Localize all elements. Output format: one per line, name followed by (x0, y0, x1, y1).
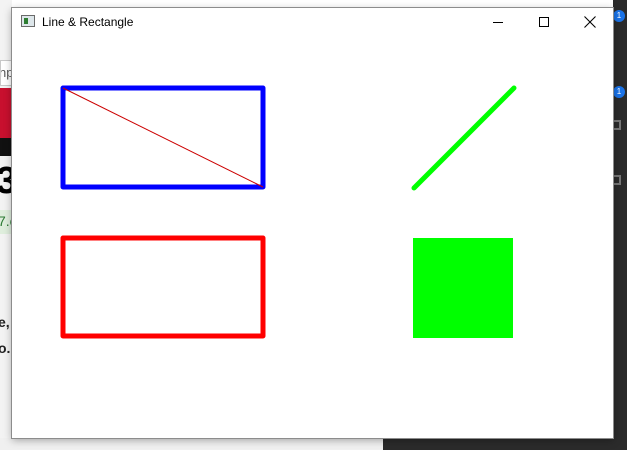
background-red-banner (0, 88, 12, 138)
background-black-bar (0, 138, 12, 156)
background-right-sidebar (613, 0, 627, 450)
sidebar-icon (613, 120, 621, 130)
background-green-link: 7.c (0, 210, 12, 234)
maximize-button[interactable] (521, 8, 567, 38)
close-icon (584, 16, 596, 28)
red-rectangle (60, 235, 266, 339)
app-window: Line & Rectangle (12, 8, 613, 438)
sidebar-icon (613, 175, 621, 185)
diagonal-line (62, 87, 264, 188)
title-bar[interactable]: Line & Rectangle (12, 8, 613, 38)
background-bottom-dark-strip (383, 438, 627, 450)
window-title: Line & Rectangle (42, 15, 134, 29)
app-icon[interactable] (21, 15, 35, 27)
notification-badge: 1 (613, 86, 625, 98)
client-area (12, 38, 613, 438)
background-text-fragment: e, (0, 314, 10, 330)
maximize-icon (539, 17, 549, 27)
notification-badge: 1 (613, 10, 625, 22)
close-button[interactable] (567, 8, 613, 38)
green-line (411, 85, 517, 191)
minimize-button[interactable] (475, 8, 521, 38)
drawing-canvas (60, 85, 517, 339)
background-input-fragment: np (0, 60, 12, 86)
minimize-icon (493, 22, 503, 23)
green-square (413, 238, 513, 338)
